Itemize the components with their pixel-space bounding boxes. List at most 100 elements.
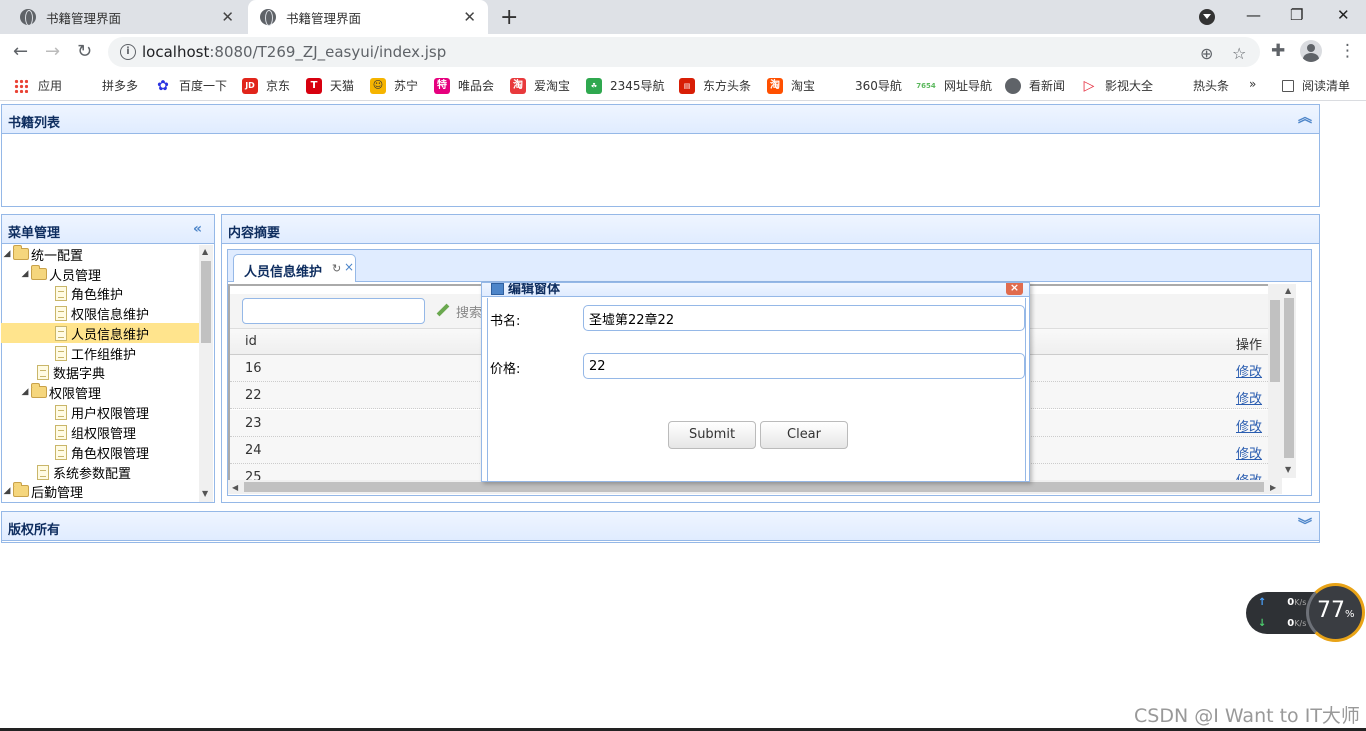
bookmark-video[interactable]: ▷ 影视大全 (1081, 77, 1153, 94)
bookmark-aitaobao[interactable]: 淘爱淘宝 (510, 77, 570, 94)
north-panel-header: 书籍列表 ︽ (1, 104, 1320, 134)
grid-scrollbar-vertical[interactable] (1268, 284, 1282, 480)
scroll-up-icon[interactable]: ▲ (1285, 286, 1291, 295)
tab-person-info[interactable]: 人员信息维护 ↻ × (233, 254, 356, 283)
edit-link[interactable]: 修改 (1236, 470, 1262, 480)
bookmark-vip[interactable]: 特唯品会 (434, 77, 494, 94)
bookmark-tmall[interactable]: T 天猫 (306, 77, 354, 94)
tree-node-permission-info[interactable]: 权限信息维护 (1, 303, 199, 323)
scroll-down-icon[interactable]: ▼ (202, 489, 208, 498)
scroll-down-icon[interactable]: ▼ (1285, 465, 1291, 474)
cell-id: 16 (245, 361, 262, 376)
bookmark-pinduoduo[interactable]: 拼多多 (102, 77, 138, 94)
tree-node-logistics[interactable]: ◢ 后勤管理 (1, 481, 199, 501)
tree-node-user-permission[interactable]: 用户权限管理 (1, 402, 199, 422)
file-icon (37, 364, 49, 380)
collapse-down-icon[interactable]: ︾ (1298, 519, 1312, 533)
edit-link[interactable]: 修改 (1236, 388, 1262, 407)
bookmark-hottoutiao[interactable]: 热头条 (1193, 77, 1229, 94)
folder-open-icon (13, 245, 29, 260)
bookmark-apps[interactable]: 应用 (14, 77, 62, 94)
column-header-op[interactable]: 操作 (1236, 334, 1262, 353)
apps-grid-icon (14, 78, 28, 93)
bookmark-2345[interactable]: ☘ 2345导航 (586, 77, 665, 94)
menu-icon[interactable]: ⋮ (1339, 41, 1356, 61)
book-name-input[interactable] (583, 305, 1025, 331)
bookmark-news[interactable]: 看新闻 (1005, 77, 1065, 94)
tree-scrollbar[interactable]: ▲ ▼ (199, 245, 213, 502)
tab-search-icon[interactable] (1199, 9, 1215, 25)
submit-button[interactable]: Submit (668, 421, 756, 449)
folder-open-icon (13, 482, 29, 497)
window-close-icon[interactable]: ✕ (1337, 6, 1350, 24)
extensions-icon[interactable]: ✚ (1271, 41, 1285, 61)
scroll-up-icon[interactable]: ▲ (202, 247, 208, 256)
tree-node-permission[interactable]: ◢ 权限管理 (1, 382, 199, 402)
expanded-arrow-icon[interactable]: ◢ (1, 249, 13, 259)
scroll-left-icon[interactable]: ◀ (232, 483, 238, 492)
tree-node-group-permission[interactable]: 组权限管理 (1, 422, 199, 442)
tree-scrollbar-thumb[interactable] (201, 261, 211, 343)
bookmark-dongfang[interactable]: ▤ 东方头条 (679, 77, 751, 94)
tree-node-workgroup[interactable]: 工作组维护 (1, 343, 199, 363)
tree-node-person-info[interactable]: 人员信息维护 (1, 323, 199, 343)
tree-node-role-maintain[interactable]: 角色维护 (1, 283, 199, 303)
bookmark-baidu[interactable]: ✿ 百度一下 (155, 77, 227, 94)
back-icon[interactable]: ← (13, 41, 28, 62)
clear-button[interactable]: Clear (760, 421, 848, 449)
grid-scrollbar-horizontal[interactable]: ◀ ▶ (228, 480, 1282, 494)
star-icon[interactable]: ☆ (1232, 44, 1246, 63)
tree-node-dictionary[interactable]: 数据字典 (1, 362, 199, 382)
expanded-arrow-icon[interactable]: ◢ (19, 387, 31, 397)
search-input[interactable] (242, 298, 425, 324)
dialog-close-icon[interactable]: × (1006, 283, 1023, 295)
zoom-icon[interactable]: ⊕ (1200, 44, 1213, 63)
grid-hscrollbar-thumb[interactable] (244, 482, 1264, 492)
scroll-right-icon[interactable]: ▶ (1270, 483, 1276, 492)
column-header-id[interactable]: id (245, 334, 257, 349)
grid-scrollbar-thumb[interactable] (1270, 300, 1280, 382)
bookmark-taobao[interactable]: 淘淘宝 (767, 77, 815, 94)
search-button[interactable]: 搜索 (456, 302, 482, 321)
file-icon (55, 285, 67, 301)
tree-node-personnel[interactable]: ◢ 人员管理 (1, 264, 199, 284)
tab-close-icon[interactable]: × (344, 260, 354, 274)
dialog-header[interactable]: 编辑窗体 × (482, 283, 1029, 297)
new-tab-button[interactable]: + (500, 5, 518, 30)
content-scrollbar-thumb[interactable] (1284, 298, 1294, 458)
bookmark-wangzhi[interactable]: 7654 网址导航 (916, 77, 992, 94)
edit-link[interactable]: 修改 (1236, 361, 1262, 380)
collapse-left-icon[interactable]: « (193, 222, 202, 236)
site-info-icon[interactable]: i (120, 44, 136, 60)
content-scrollbar-vertical[interactable]: ▲ ▼ (1282, 284, 1296, 478)
tmall-icon: T (306, 77, 322, 94)
tree-node-unified-config[interactable]: ◢ 统一配置 (1, 244, 199, 264)
price-input[interactable] (583, 353, 1025, 379)
address-bar[interactable]: i localhost:8080/T269_ZJ_easyui/index.js… (108, 37, 1260, 67)
browser-tab-2[interactable]: 书籍管理界面 ✕ (248, 0, 488, 34)
refresh-icon[interactable]: ↻ (332, 262, 341, 275)
edit-link[interactable]: 修改 (1236, 443, 1262, 462)
reading-list[interactable]: 阅读清单 (1282, 77, 1350, 94)
collapse-up-icon[interactable]: ︽ (1298, 111, 1312, 125)
bookmark-360[interactable]: 360导航 (855, 77, 902, 94)
minimize-icon[interactable]: — (1246, 6, 1261, 24)
bookmark-jd[interactable]: JD 京东 (242, 77, 290, 94)
restore-icon[interactable]: ❐ (1290, 6, 1303, 24)
tree-node-system-params[interactable]: 系统参数配置 (1, 462, 199, 482)
expanded-arrow-icon[interactable]: ◢ (1, 486, 13, 496)
close-icon[interactable]: ✕ (221, 8, 234, 26)
forward-icon[interactable]: → (45, 41, 60, 62)
tree-node-role-permission[interactable]: 角色权限管理 (1, 442, 199, 462)
browser-tab-1[interactable]: 书籍管理界面 ✕ (8, 0, 246, 34)
reload-icon[interactable]: ↻ (77, 41, 92, 62)
expanded-arrow-icon[interactable]: ◢ (19, 269, 31, 279)
profile-avatar[interactable] (1300, 40, 1322, 62)
edit-link[interactable]: 修改 (1236, 416, 1262, 435)
file-icon (37, 464, 49, 480)
memory-gauge[interactable]: 77% (1306, 583, 1365, 642)
close-icon[interactable]: ✕ (463, 8, 476, 26)
bookmark-suning[interactable]: ☺ 苏宁 (370, 77, 418, 94)
upload-arrow-icon: ↑ (1258, 597, 1267, 608)
bookmarks-more[interactable]: » (1249, 77, 1256, 91)
